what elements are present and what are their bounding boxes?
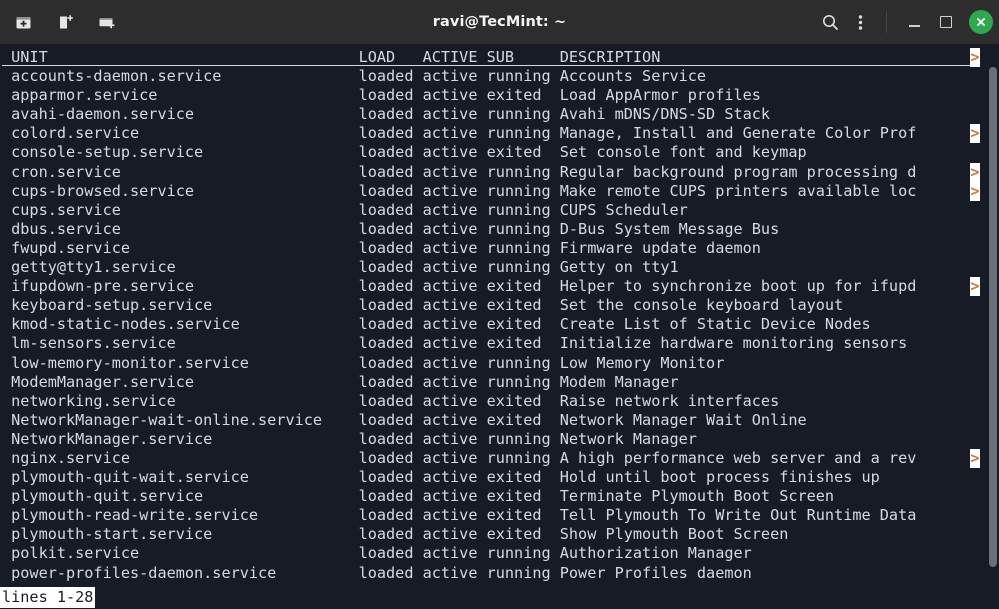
terminal-body[interactable]: UNIT LOAD ACTIVE SUB DESCRIPTION > accoun… [0,45,999,609]
table-row-text: keyboard-setup.service loaded active exi… [2,296,844,315]
table-row-text: avahi-daemon.service loaded active runni… [2,105,771,124]
table-row-text: nginx.service loaded active running A hi… [2,448,917,467]
table-row: kmod-static-nodes.service loaded active … [2,315,999,334]
table-row: getty@tty1.service loaded active running… [2,258,999,277]
table-row-text: getty@tty1.service loaded active running… [2,258,679,277]
table-row-text: cups.service loaded active running CUPS … [2,200,688,219]
close-button[interactable] [969,10,993,34]
table-row-text: plymouth-read-write.service loaded activ… [2,506,917,525]
table-row: cron.service loaded active running Regul… [2,162,999,182]
titlebar-divider [886,11,887,33]
table-row-text: console-setup.service loaded active exit… [2,143,807,162]
table-row: keyboard-setup.service loaded active exi… [2,296,999,315]
table-row: power-profiles-daemon.service loaded act… [2,564,999,583]
table-row: nginx.service loaded active running A hi… [2,448,999,469]
table-row: plymouth-read-write.service loaded activ… [2,506,999,525]
table-header-row: UNIT LOAD ACTIVE SUB DESCRIPTION > [2,48,999,68]
minimize-button[interactable] [900,8,928,36]
table-header-text: UNIT LOAD ACTIVE SUB DESCRIPTION [2,48,661,66]
table-row-text: plymouth-quit-wait.service loaded active… [2,468,880,487]
terminal-window: ravi@TecMint: ~ UNIT LOAD ACTIVE SUB DES… [0,0,999,609]
line-truncation-marker: > [970,181,980,201]
line-truncation-marker: > [970,448,980,469]
line-truncation-marker: > [970,277,980,297]
table-row-text: cron.service loaded active running Regul… [2,162,917,181]
table-row: plymouth-quit.service loaded active exit… [2,487,999,506]
table-row: plymouth-start.service loaded active exi… [2,525,999,544]
table-row: colord.service loaded active running Man… [2,124,999,144]
new-tab-icon[interactable] [10,9,36,35]
table-row: fwupd.service loaded active running Firm… [2,239,999,258]
table-row: cups-browsed.service loaded active runni… [2,181,999,201]
table-row: NetworkManager.service loaded active run… [2,430,999,449]
table-row-text: power-profiles-daemon.service loaded act… [2,563,752,582]
table-row: networking.service loaded active exited … [2,392,999,411]
menu-icon[interactable] [847,9,873,35]
table-row-text: NetworkManager-wait-online.service loade… [2,410,807,429]
maximize-button[interactable] [932,8,960,36]
table-header-underline [2,64,979,67]
table-row: apparmor.service loaded active exited Lo… [2,86,999,105]
table-row-text: cups-browsed.service loaded active runni… [2,181,917,200]
table-row: plymouth-quit-wait.service loaded active… [2,468,999,487]
table-row-text: plymouth-quit.service loaded active exit… [2,487,835,506]
table-row-text: NetworkManager.service loaded active run… [2,429,697,448]
title-bar: ravi@TecMint: ~ [0,0,999,45]
new-window-icon[interactable] [52,9,78,35]
table-row-text: ModemManager.service loaded active runni… [2,372,679,391]
table-row: polkit.service loaded active running Aut… [2,544,999,563]
table-row-text: fwupd.service loaded active running Firm… [2,238,761,257]
terminal-scrollbar[interactable] [986,45,999,609]
table-row-text: low-memory-monitor.service loaded active… [2,353,725,372]
line-truncation-marker: > [970,162,980,182]
line-truncation-marker: > [970,124,980,144]
search-icon[interactable] [817,9,843,35]
titlebar-left-buttons [10,9,120,35]
table-row-text: accounts-daemon.service loaded active ru… [2,67,707,86]
table-row-text: plymouth-start.service loaded active exi… [2,525,789,544]
table-row: NetworkManager-wait-online.service loade… [2,411,999,430]
table-row-text: lm-sensors.service loaded active exited … [2,334,908,353]
table-row: console-setup.service loaded active exit… [2,143,999,162]
table-row-text: kmod-static-nodes.service loaded active … [2,315,871,334]
table-row: ifupdown-pre.service loaded active exite… [2,277,999,297]
table-row: accounts-daemon.service loaded active ru… [2,67,999,86]
pager-status-line: lines 1-28 [0,587,999,609]
table-row-text: colord.service loaded active running Man… [2,124,917,143]
table-row: lm-sensors.service loaded active exited … [2,334,999,353]
table-row: dbus.service loaded active running D-Bus… [2,220,999,239]
pager-status-text: lines 1-28 [0,587,96,608]
line-truncation-marker: > [970,48,980,68]
new-terminal-icon[interactable] [94,9,120,35]
table-row: cups.service loaded active running CUPS … [2,201,999,220]
table-row-text: apparmor.service loaded active exited Lo… [2,86,761,105]
table-row: avahi-daemon.service loaded active runni… [2,105,999,124]
scrollbar-thumb[interactable] [989,67,997,567]
titlebar-right-buttons [817,8,993,36]
table-row: ModemManager.service loaded active runni… [2,373,999,392]
table-row-text: dbus.service loaded active running D-Bus… [2,219,780,238]
table-row-text: networking.service loaded active exited … [2,391,780,410]
table-row: low-memory-monitor.service loaded active… [2,354,999,373]
table-row-text: ifupdown-pre.service loaded active exite… [2,277,917,296]
terminal-screen: UNIT LOAD ACTIVE SUB DESCRIPTION > accoun… [0,48,999,583]
table-row-text: polkit.service loaded active running Aut… [2,544,752,563]
